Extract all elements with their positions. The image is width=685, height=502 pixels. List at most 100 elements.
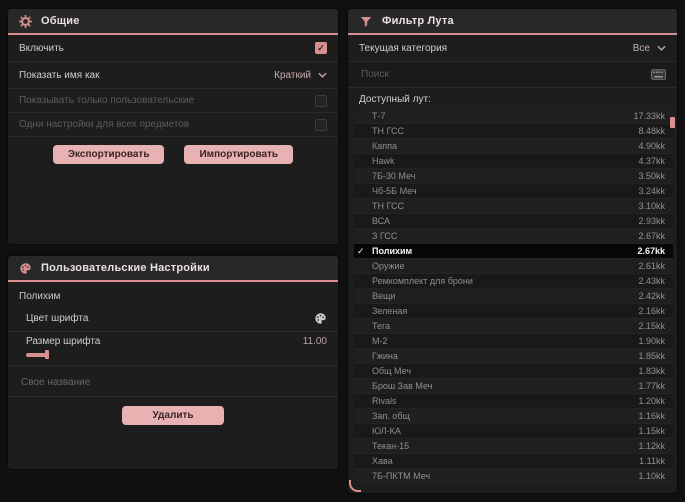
list-item[interactable]: Вещи 2.42kk — [354, 289, 673, 304]
custom-name-row — [8, 366, 338, 397]
category-value: Все — [632, 42, 650, 54]
list-item[interactable]: Т-7 17.33kk — [354, 109, 673, 124]
list-item[interactable]: ТН ГСС 3.10kk — [354, 199, 673, 214]
loot-item-name: Каппа — [372, 141, 398, 151]
list-item[interactable]: М-2 1.90kk — [354, 334, 673, 349]
loot-item-value: 1.11kk — [639, 456, 665, 466]
custom-name-input[interactable] — [19, 376, 331, 389]
loot-item-value: 1.90kk — [638, 336, 665, 346]
category-label: Текущая категория — [359, 42, 448, 54]
loot-list: Т-7 17.33kk ТН ГСС 8.48kk Каппа 4.90kk Hawk 4.3… — [354, 109, 673, 484]
list-item[interactable]: Текан-15 1.12kk — [354, 439, 673, 454]
enable-row: Включить ✓ — [8, 35, 338, 62]
loot-item-value: 3.24kk — [638, 186, 665, 196]
list-item[interactable]: Гжина 1.85kk — [354, 349, 673, 364]
funnel-icon — [359, 15, 373, 28]
list-item[interactable]: ✓ Полихим 2.67kk — [354, 244, 673, 259]
list-item[interactable]: Оружие 2.61kk — [354, 259, 673, 274]
same-settings-checkbox[interactable] — [315, 118, 327, 131]
color-picker-icon[interactable] — [314, 312, 327, 325]
search-input[interactable] — [359, 68, 643, 81]
loot-item-name: Ремкомплект для брони — [372, 276, 473, 286]
slider-fill — [26, 353, 46, 357]
loot-item-name: Т-7 — [372, 111, 386, 121]
loot-item-name: Гжина — [372, 351, 398, 361]
panel-general: Общие Включить ✓ Показать имя как Кратки… — [7, 8, 339, 245]
loot-item-value: 3.50kk — [638, 171, 665, 181]
font-size-row: Размер шрифта 11.00 — [8, 332, 338, 366]
loot-item-value: 2.43kk — [638, 276, 665, 286]
loot-item-value: 2.67kk — [637, 246, 665, 256]
enable-checkbox[interactable]: ✓ — [315, 42, 327, 54]
list-item[interactable]: Брош Зав Меч 1.77kk — [354, 379, 673, 394]
loot-item-name: ТН ГСС — [372, 201, 404, 211]
export-button[interactable]: Экспортировать — [52, 145, 165, 164]
list-item[interactable]: Хава 1.11kk — [354, 454, 673, 469]
loot-item-value: 2.15kk — [638, 321, 665, 331]
list-item[interactable]: Hawk 4.37kk — [354, 154, 673, 169]
panel-custom-settings: Пользовательские Настройки Полихим Цвет … — [7, 255, 339, 470]
loot-item-value: 4.37kk — [638, 156, 665, 166]
list-item[interactable]: ТН ГСС 8.48kk — [354, 124, 673, 139]
list-item[interactable]: Rivals 1.20kk — [354, 394, 673, 409]
panel-general-title: Общие — [41, 15, 80, 27]
loot-item-value: 1.83kk — [638, 366, 665, 376]
loot-item-name: 7Б-ПКТМ Меч — [372, 471, 431, 481]
font-size-slider[interactable] — [26, 350, 306, 359]
scrollbar-thumb[interactable] — [670, 117, 675, 128]
loot-item-name: Rivals — [372, 396, 397, 406]
loot-item-name: Чб-5Б Меч — [372, 186, 417, 196]
list-item[interactable]: Каппа 4.90kk — [354, 139, 673, 154]
loot-item-value: 3.10kk — [638, 201, 665, 211]
font-size-value: 11.00 — [302, 336, 327, 347]
delete-row: Удалить — [8, 397, 338, 425]
loot-item-name: ЮЛ-КА — [372, 426, 401, 436]
list-item[interactable]: Тега 2.15kk — [354, 319, 673, 334]
loot-item-value: 1.10kk — [638, 471, 665, 481]
list-item[interactable]: Зап. общ 1.16kk — [354, 409, 673, 424]
loot-item-value: 1.85kk — [638, 351, 665, 361]
keyboard-icon[interactable] — [651, 69, 666, 80]
loot-item-name: Hawk — [372, 156, 395, 166]
loot-item-name: Общ Меч — [372, 366, 412, 376]
only-custom-checkbox[interactable] — [315, 94, 327, 107]
import-export-row: Экспортировать Импортировать — [8, 137, 338, 164]
import-button[interactable]: Импортировать — [184, 145, 294, 164]
loot-item-name: Хава — [372, 456, 393, 466]
font-color-label: Цвет шрифта — [26, 312, 89, 324]
font-color-row: Цвет шрифта — [8, 305, 338, 332]
loot-item-value: 17.33kk — [633, 111, 665, 121]
loot-item-value: 1.20kk — [638, 396, 665, 406]
show-name-label: Показать имя как — [19, 69, 100, 81]
selected-item-name: Полихим — [19, 291, 61, 302]
list-item[interactable]: Чб-5Б Меч 3.24kk — [354, 184, 673, 199]
category-dropdown[interactable]: Все — [633, 43, 666, 54]
only-custom-label: Показывать только пользовательские — [19, 95, 194, 106]
list-item[interactable]: Ремкомплект для брони 2.43kk — [354, 274, 673, 289]
list-item[interactable]: Общ Меч 1.83kk — [354, 364, 673, 379]
loot-item-name: Зап. общ — [372, 411, 410, 421]
list-item[interactable]: Зеленая 2.16kk — [354, 304, 673, 319]
delete-button[interactable]: Удалить — [122, 406, 224, 425]
show-name-value: Краткий — [274, 69, 311, 81]
list-item[interactable]: ВСА 2.93kk — [354, 214, 673, 229]
list-item[interactable]: 7Б-30 Меч 3.50kk — [354, 169, 673, 184]
show-name-dropdown[interactable]: Краткий — [274, 70, 327, 81]
list-item[interactable]: ЮЛ-КА 1.15kk — [354, 424, 673, 439]
loot-item-name: Зеленая — [372, 306, 408, 316]
list-item[interactable]: 7Б-ПКТМ Меч 1.10kk — [354, 469, 673, 484]
loot-item-name: 7Б-30 Меч — [372, 171, 416, 181]
app-window: Общие Включить ✓ Показать имя как Кратки… — [0, 0, 685, 502]
resize-handle[interactable] — [349, 480, 361, 492]
loot-item-name: М-2 — [372, 336, 388, 346]
loot-item-name: Тега — [372, 321, 391, 331]
right-column: Фильтр Лута Текущая категория Все Поиск … — [347, 8, 678, 494]
panel-loot-header: Фильтр Лута — [348, 9, 677, 35]
loot-item-value: 2.93kk — [638, 216, 665, 226]
loot-item-value: 1.12kk — [638, 441, 665, 451]
loot-item-name: ТН ГСС — [372, 126, 404, 136]
slider-thumb[interactable] — [45, 350, 49, 359]
loot-item-value: 2.16kk — [638, 306, 665, 316]
font-size-label: Размер шрифта — [26, 336, 101, 347]
list-item[interactable]: З ГСС 2.67kk — [354, 229, 673, 244]
